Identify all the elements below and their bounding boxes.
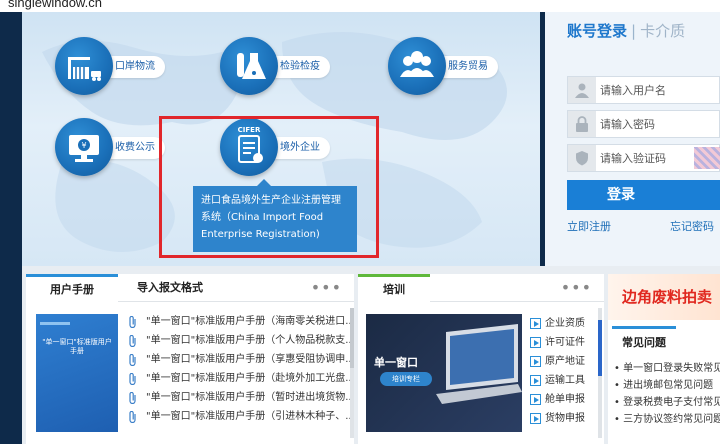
- paperclip-icon: [129, 373, 136, 385]
- list-item[interactable]: 企业资质: [530, 314, 596, 333]
- list-item[interactable]: "单一窗口"标准版用户手册（个人物品税款支...: [126, 331, 350, 350]
- paperclip-icon: [129, 335, 136, 347]
- tab-account-login[interactable]: 账号登录: [567, 22, 627, 40]
- list-item[interactable]: 货物申报: [530, 409, 596, 428]
- training-panel: 培训 ••• 单一窗口 培训专栏 企业资质 许可证件 原产地证 运输工具 舱单申…: [358, 274, 604, 444]
- play-icon: [530, 318, 541, 329]
- svg-text:¥: ¥: [81, 141, 86, 150]
- login-tabs: 账号登录 | 卡介质: [567, 20, 685, 41]
- tab-card-login[interactable]: 卡介质: [640, 22, 685, 40]
- login-panel: 账号登录|卡介质 登录 立即注册 忘记密码: [545, 12, 720, 266]
- list-item[interactable]: 运输工具: [530, 371, 596, 390]
- play-icon: [530, 337, 541, 348]
- play-icon: [530, 356, 541, 367]
- scrollbar[interactable]: [350, 308, 354, 438]
- list-item[interactable]: 舱单申报: [530, 390, 596, 409]
- more-icon[interactable]: •••: [311, 278, 342, 297]
- training-list: 企业资质 许可证件 原产地证 运输工具 舱单申报 货物申报: [530, 314, 596, 428]
- shield-icon: [568, 145, 596, 171]
- manual-tabs: 用户手册 导入报文格式 •••: [26, 274, 354, 302]
- forgot-password-link[interactable]: 忘记密码: [670, 218, 714, 234]
- captcha-field: [567, 144, 720, 172]
- list-item[interactable]: "单一窗口"标准版用户手册（海南零关税进口...: [126, 312, 350, 331]
- browser-url-bar[interactable]: singlewindow.cn: [0, 0, 720, 12]
- left-edge: [0, 12, 22, 444]
- list-item[interactable]: "单一窗口"标准版用户手册（享惠受阻协调申...: [126, 350, 350, 369]
- training-image-badge: 培训专栏: [380, 372, 432, 386]
- url-text: singlewindow.cn: [8, 0, 102, 10]
- list-item[interactable]: • 单一窗口登录失败常见问: [614, 360, 720, 377]
- more-icon[interactable]: •••: [561, 278, 592, 297]
- list-item[interactable]: "单一窗口"标准版用户手册（引进林木种子、...: [126, 407, 350, 426]
- manual-cover-image[interactable]: "单一窗口"标准版用户手册: [36, 314, 118, 432]
- highlight-annotation-box: [159, 116, 379, 258]
- training-tabs: 培训 •••: [358, 274, 604, 302]
- login-links: 立即注册 忘记密码: [567, 218, 720, 234]
- password-input[interactable]: [600, 111, 718, 137]
- login-button[interactable]: 登录: [567, 180, 720, 210]
- list-item[interactable]: "单一窗口"标准版用户手册（暂时进出境货物...: [126, 388, 350, 407]
- register-link[interactable]: 立即注册: [567, 220, 611, 233]
- tab-training[interactable]: 培训: [358, 274, 430, 302]
- scrollbar[interactable]: [598, 308, 602, 438]
- list-item[interactable]: "单一窗口"标准版用户手册（赴境外加工光盘...: [126, 369, 350, 388]
- laptop-icon: [436, 324, 522, 404]
- paperclip-icon: [129, 411, 136, 423]
- manual-panel: 用户手册 导入报文格式 ••• "单一窗口"标准版用户手册 "单一窗口"标准版用…: [26, 274, 354, 444]
- play-icon: [530, 375, 541, 386]
- lock-icon: [568, 111, 596, 137]
- container-crane-icon: [68, 57, 101, 81]
- scrap-auction-banner[interactable]: 边角废料拍卖: [608, 274, 720, 320]
- training-image-title: 单一窗口: [374, 356, 418, 369]
- faq-title[interactable]: 常见问题: [612, 326, 676, 354]
- captcha-image[interactable]: [694, 147, 720, 169]
- bottom-section: 用户手册 导入报文格式 ••• "单一窗口"标准版用户手册 "单一窗口"标准版用…: [22, 266, 720, 444]
- paperclip-icon: [129, 354, 136, 366]
- side-panel: 边角废料拍卖 常见问题 • 单一窗口登录失败常见问 • 进出境邮包常见问题 • …: [608, 274, 720, 444]
- faq-list: • 单一窗口登录失败常见问 • 进出境邮包常见问题 • 登录税费电子支付常见问 …: [614, 360, 720, 428]
- tab-separator: |: [631, 22, 637, 40]
- people-group-icon: [400, 51, 434, 77]
- list-item[interactable]: • 进出境邮包常见问题: [614, 377, 720, 394]
- user-icon: [568, 77, 596, 103]
- password-field: [567, 110, 720, 138]
- username-field: [567, 76, 720, 104]
- paperclip-icon: [129, 316, 136, 328]
- list-item[interactable]: 原产地证: [530, 352, 596, 371]
- paperclip-icon: [129, 392, 136, 404]
- training-banner-image[interactable]: 单一窗口 培训专栏: [366, 314, 522, 432]
- tab-user-manual[interactable]: 用户手册: [26, 274, 118, 302]
- manual-list: "单一窗口"标准版用户手册（海南零关税进口... "单一窗口"标准版用户手册（个…: [126, 312, 350, 426]
- username-input[interactable]: [600, 77, 718, 103]
- play-icon: [530, 413, 541, 424]
- lab-flask-icon: [237, 53, 266, 79]
- monitor-yen-icon: ¥: [69, 135, 99, 162]
- manual-cover-title: "单一窗口"标准版用户手册: [42, 338, 112, 355]
- play-icon: [530, 394, 541, 405]
- list-item[interactable]: • 登录税费电子支付常见问: [614, 394, 720, 411]
- list-item[interactable]: 许可证件: [530, 333, 596, 352]
- tab-import-format[interactable]: 导入报文格式: [122, 274, 218, 302]
- list-item[interactable]: • 三方协议签约常见问题: [614, 411, 720, 428]
